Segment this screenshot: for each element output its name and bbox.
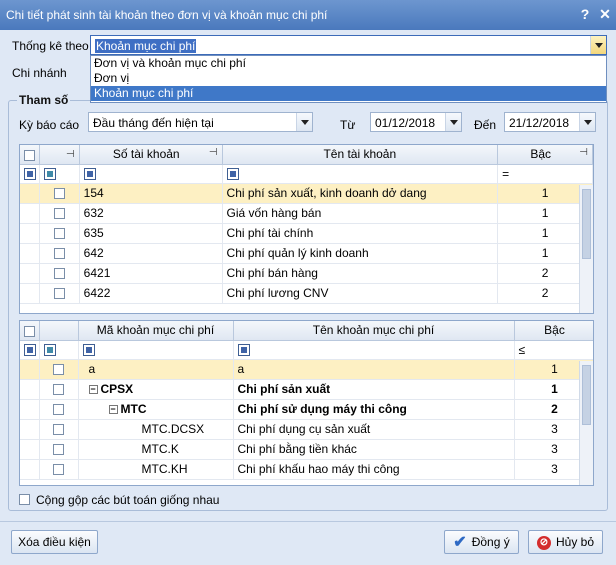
table-row[interactable]: 6422 Chi phí lương CNV 2 bbox=[20, 283, 593, 304]
table-row[interactable]: 632 Giá vốn hàng bán 1 bbox=[20, 203, 593, 224]
cost-items-scrollbar[interactable] bbox=[579, 361, 593, 485]
table-row[interactable]: MTC.KH Chi phí khấu hao máy thi công 3 bbox=[20, 459, 593, 480]
merge-label: Cộng gộp các bút toán giống nhau bbox=[36, 493, 220, 507]
table-row[interactable]: − CPSX Chi phí sản xuất 1 bbox=[20, 379, 593, 400]
checkbox[interactable] bbox=[53, 248, 65, 260]
table-row[interactable]: MTC.K Chi phí bằng tiền khác 3 bbox=[20, 439, 593, 460]
from-date-value: 01/12/2018 bbox=[375, 116, 436, 130]
stat-by-select[interactable]: Khoản mục chi phí bbox=[90, 35, 607, 55]
header-select-all[interactable] bbox=[20, 321, 40, 341]
table-row[interactable]: 642 Chi phí quản lý kinh doanh 1 bbox=[20, 243, 593, 264]
to-date-input[interactable]: 21/12/2018 bbox=[504, 112, 596, 132]
pin-column: ⊣ bbox=[39, 145, 80, 165]
table-row[interactable]: MTC.DCSX Chi phí dụng cụ sản xuất 3 bbox=[20, 419, 593, 440]
filter-icon[interactable] bbox=[24, 168, 36, 181]
divider bbox=[0, 521, 616, 522]
merge-checkbox[interactable] bbox=[19, 494, 30, 505]
checkbox[interactable] bbox=[53, 288, 65, 300]
help-button[interactable]: ? bbox=[577, 6, 593, 22]
to-date-value: 21/12/2018 bbox=[509, 116, 570, 130]
header-select-all[interactable] bbox=[20, 145, 40, 165]
checkbox[interactable] bbox=[53, 268, 65, 280]
filter-icon[interactable] bbox=[43, 344, 56, 357]
dropdown-option[interactable]: Đơn vị và khoản mục chi phí bbox=[91, 56, 606, 71]
table-row[interactable]: 154 Chi phí sản xuất, kinh doanh dở dang 1 bbox=[20, 183, 593, 204]
cost-items-filter-row: ≤ bbox=[20, 340, 593, 360]
period-select[interactable]: Đầu tháng đến hiện tại bbox=[88, 112, 313, 132]
checkbox[interactable] bbox=[24, 325, 35, 337]
check-icon: ✔ bbox=[453, 533, 467, 551]
header-cost-code[interactable]: Mã khoản mục chi phí bbox=[78, 321, 234, 341]
header-account-name[interactable]: Tên tài khoản bbox=[222, 145, 499, 165]
chevron-down-icon[interactable] bbox=[296, 113, 312, 131]
checkbox[interactable] bbox=[53, 364, 64, 376]
checkbox[interactable] bbox=[53, 208, 65, 220]
pin-icon[interactable]: ⊣ bbox=[579, 147, 588, 158]
stat-by-label: Thống kê theo bbox=[12, 39, 89, 53]
params-legend: Tham số bbox=[17, 93, 71, 107]
chevron-down-icon[interactable] bbox=[590, 36, 606, 54]
stat-by-dropdown-list: Đơn vị và khoản mục chi phí Đơn vị Khoản… bbox=[90, 55, 607, 103]
filter-icon[interactable] bbox=[82, 344, 95, 357]
to-label: Đến bbox=[474, 118, 497, 132]
period-value: Đầu tháng đến hiện tại bbox=[93, 116, 214, 130]
close-button[interactable]: ✕ bbox=[597, 6, 613, 22]
table-row[interactable]: aa1 bbox=[20, 359, 593, 380]
cost-items-header-row: Mã khoản mục chi phí Tên khoản mục chi p… bbox=[20, 321, 593, 341]
header-cost-name[interactable]: Tên khoản mục chi phí bbox=[233, 321, 515, 341]
header-account-code[interactable]: Số tài khoản ⊣ bbox=[79, 145, 223, 165]
filter-icon[interactable] bbox=[226, 168, 239, 181]
checkbox[interactable] bbox=[53, 464, 64, 476]
from-date-input[interactable]: 01/12/2018 bbox=[370, 112, 462, 132]
accounts-header-row: ⊣ Số tài khoản ⊣ Tên tài khoản Bậc ⊣ bbox=[20, 145, 593, 165]
stat-by-value: Khoản mục chi phí bbox=[95, 39, 197, 53]
header-cost-level[interactable]: Bậc bbox=[514, 321, 593, 341]
pin-icon[interactable]: ⊣ bbox=[209, 147, 218, 158]
calendar-dropdown-icon[interactable] bbox=[579, 113, 595, 131]
window-title: Chi tiết phát sinh tài khoản theo đơn vị… bbox=[6, 8, 328, 22]
title-bar: Chi tiết phát sinh tài khoản theo đơn vị… bbox=[0, 0, 616, 30]
scroll-thumb[interactable] bbox=[582, 189, 591, 259]
table-row[interactable]: 635 Chi phí tài chính 1 bbox=[20, 223, 593, 244]
checkbox[interactable] bbox=[53, 228, 65, 240]
checkbox[interactable] bbox=[53, 384, 64, 396]
from-label: Từ bbox=[340, 118, 356, 132]
checkbox[interactable] bbox=[53, 404, 64, 416]
pin-column bbox=[39, 321, 79, 341]
checkbox[interactable] bbox=[53, 444, 64, 456]
period-label: Kỳ báo cáo bbox=[19, 118, 80, 132]
cancel-button[interactable]: ⊘ Hủy bỏ bbox=[528, 530, 603, 554]
calendar-dropdown-icon[interactable] bbox=[445, 113, 461, 131]
checkbox[interactable] bbox=[53, 188, 65, 200]
dropdown-option-selected[interactable]: Khoản mục chi phí bbox=[91, 86, 606, 101]
filter-icon[interactable] bbox=[237, 344, 250, 357]
branch-label: Chi nhánh bbox=[12, 66, 67, 80]
clear-conditions-button[interactable]: Xóa điều kiện bbox=[11, 530, 98, 554]
cancel-icon: ⊘ bbox=[536, 535, 551, 550]
dropdown-option[interactable]: Đơn vị bbox=[91, 71, 606, 86]
checkbox[interactable] bbox=[24, 149, 35, 161]
table-row[interactable]: 6421 Chi phí bán hàng 2 bbox=[20, 263, 593, 284]
filter-icon[interactable] bbox=[83, 168, 96, 181]
filter-operator[interactable]: ≤ bbox=[519, 343, 526, 357]
accounts-scrollbar[interactable] bbox=[579, 185, 593, 313]
ok-button[interactable]: ✔ Đồng ý bbox=[444, 530, 519, 554]
collapse-icon[interactable]: − bbox=[88, 385, 98, 395]
filter-icon[interactable] bbox=[24, 344, 36, 357]
collapse-icon[interactable]: − bbox=[108, 405, 118, 415]
filter-icon[interactable] bbox=[43, 168, 56, 181]
cost-items-grid: Mã khoản mục chi phí Tên khoản mục chi p… bbox=[19, 320, 594, 486]
accounts-grid: ⊣ Số tài khoản ⊣ Tên tài khoản Bậc ⊣ = 154… bbox=[19, 144, 594, 314]
filter-operator[interactable]: = bbox=[502, 167, 509, 181]
header-account-level[interactable]: Bậc ⊣ bbox=[497, 145, 593, 165]
scroll-thumb[interactable] bbox=[582, 365, 591, 425]
checkbox[interactable] bbox=[53, 424, 64, 436]
accounts-filter-row: = bbox=[20, 164, 593, 184]
table-row[interactable]: − MTC Chi phí sử dụng máy thi công 2 bbox=[20, 399, 593, 420]
pin-icon[interactable]: ⊣ bbox=[66, 149, 75, 160]
